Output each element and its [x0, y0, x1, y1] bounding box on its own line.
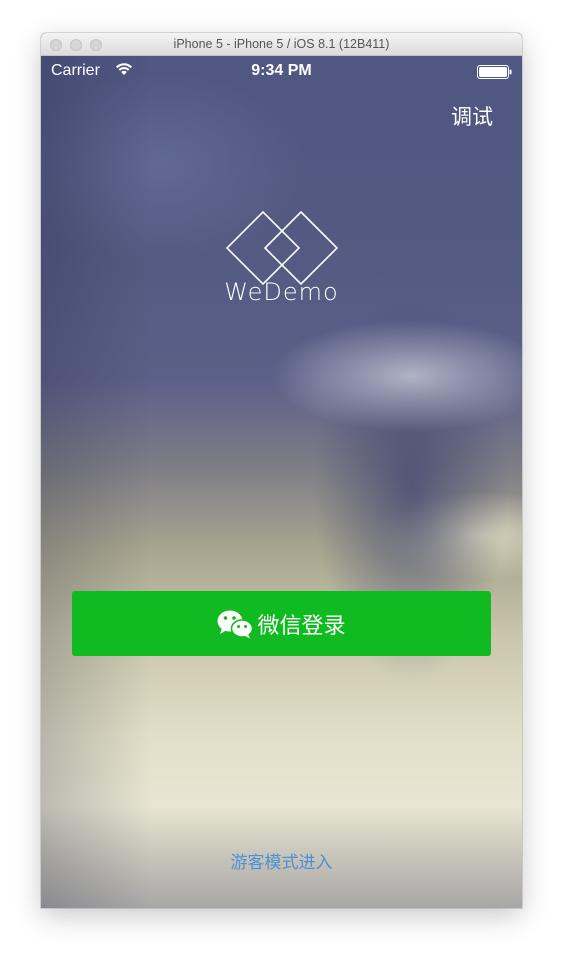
wechat-icon — [217, 610, 254, 638]
app-name: WeDemo — [224, 278, 339, 306]
guest-mode-link[interactable]: 游客模式进入 — [41, 848, 522, 873]
debug-button[interactable]: 调试 — [451, 101, 493, 131]
app-screen: Carrier 9:34 PM 调试 WeDemo 微信登录 游客模式进入 — [41, 56, 522, 908]
background-shade — [41, 56, 151, 908]
window-title: iPhone 5 - iPhone 5 / iOS 8.1 (12B411) — [173, 37, 390, 51]
wedemo-logo-icon — [225, 210, 339, 286]
simulator-window: iPhone 5 - iPhone 5 / iOS 8.1 (12B411) C… — [41, 33, 522, 908]
battery-icon — [477, 65, 512, 79]
status-time: 9:34 PM — [251, 62, 312, 79]
status-bar: Carrier 9:34 PM — [41, 56, 522, 86]
window-titlebar: iPhone 5 - iPhone 5 / iOS 8.1 (12B411) — [41, 33, 522, 56]
wechat-login-label: 微信登录 — [257, 613, 346, 639]
wechat-login-button[interactable]: 微信登录 — [72, 591, 491, 656]
